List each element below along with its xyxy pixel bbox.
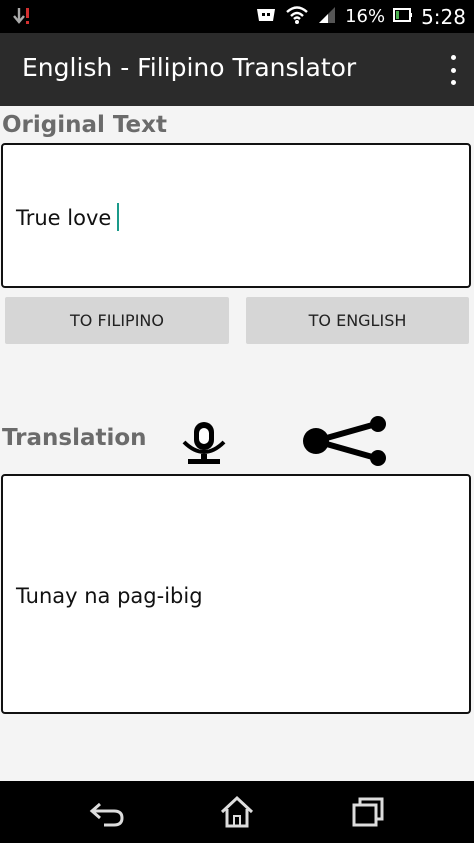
to-filipino-button[interactable]: TO FILIPINO [5, 297, 229, 344]
original-text-label: Original Text [2, 112, 167, 138]
android-robot-icon [255, 5, 277, 29]
wifi-icon [285, 5, 309, 29]
home-icon[interactable] [215, 795, 259, 829]
app-bar: English - Filipino Translator [0, 33, 474, 106]
cellular-signal-icon [317, 5, 337, 29]
battery-icon [393, 6, 413, 28]
recent-apps-icon[interactable] [346, 795, 390, 829]
to-english-button[interactable]: TO ENGLISH [246, 297, 469, 344]
original-text-value: True love [16, 206, 112, 230]
original-text-input[interactable]: True love [1, 143, 471, 288]
back-icon[interactable] [84, 795, 128, 829]
translation-output[interactable]: Tunay na pag-ibig [1, 474, 471, 714]
microphone-icon[interactable] [174, 418, 234, 466]
battery-percent: 16% [345, 6, 386, 27]
clock: 5:28 [421, 4, 466, 29]
navigation-bar [0, 781, 474, 843]
translation-label: Translation [2, 425, 147, 451]
app-title: English - Filipino Translator [22, 53, 357, 82]
text-cursor [117, 203, 120, 231]
download-notification-icon [10, 6, 32, 32]
overflow-menu-icon[interactable] [446, 55, 460, 85]
translation-value: Tunay na pag-ibig [16, 584, 203, 608]
status-bar: 16% 5:28 [0, 0, 474, 33]
share-icon[interactable] [300, 416, 392, 466]
